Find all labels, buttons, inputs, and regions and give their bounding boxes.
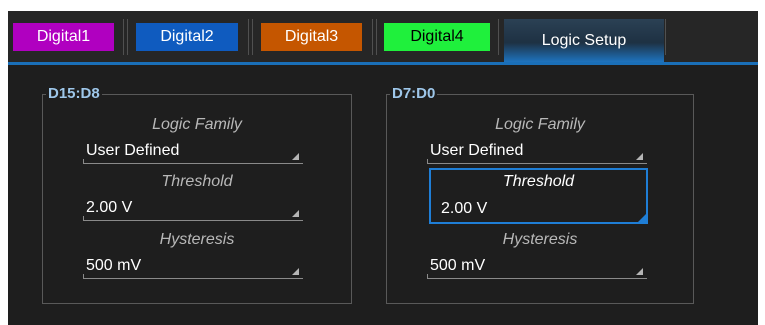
tab-separator (123, 19, 124, 55)
field-underline (83, 220, 303, 221)
dropdown-corner-icon (292, 153, 299, 160)
field-underline (427, 163, 647, 164)
hysteresis-value: 500 mV (430, 257, 486, 274)
tab-underline (8, 62, 758, 65)
hysteresis-label: Hysteresis (502, 231, 578, 248)
tab-digital2[interactable]: Digital2 (136, 23, 238, 51)
threshold-value: 2.00 V (86, 199, 133, 216)
tab-digital1[interactable]: Digital1 (13, 23, 114, 51)
tab-separator (252, 19, 253, 55)
logic-setup-dialog: Digital1 Digital2 Digital3 Digital4 Logi… (8, 11, 758, 325)
tab-digital4[interactable]: Digital4 (384, 23, 490, 51)
tab-separator (127, 19, 128, 55)
hysteresis-label: Hysteresis (159, 231, 235, 248)
dropdown-corner-icon (638, 214, 646, 222)
field-tick (427, 274, 428, 279)
field-tick (83, 274, 84, 279)
tab-separator (248, 19, 249, 55)
dropdown-corner-icon (636, 268, 643, 275)
field-tick (427, 159, 428, 164)
tab-separator (498, 19, 499, 55)
tab-strip: Digital1 Digital2 Digital3 Digital4 Logi… (8, 11, 758, 62)
group-d15-d8: D15:D8 Logic Family User Defined Thresho… (42, 85, 352, 304)
threshold-value: 2.00 V (441, 200, 488, 217)
logic-family-dropdown[interactable]: User Defined (83, 138, 303, 164)
logic-family-dropdown[interactable]: User Defined (427, 138, 647, 164)
field-underline (83, 163, 303, 164)
dropdown-corner-icon (292, 210, 299, 217)
field-underline (83, 278, 303, 279)
threshold-field-selected[interactable]: Threshold 2.00 V (429, 168, 648, 224)
tab-separator (665, 19, 666, 55)
hysteresis-value: 500 mV (86, 257, 142, 274)
threshold-label: Threshold (502, 173, 575, 190)
field-tick (83, 216, 84, 221)
group-title: D7:D0 (390, 85, 438, 103)
field-underline (427, 278, 647, 279)
threshold-label: Threshold (161, 173, 233, 190)
tab-digital3[interactable]: Digital3 (261, 23, 362, 51)
hysteresis-field[interactable]: 500 mV (83, 253, 303, 279)
dropdown-corner-icon (636, 153, 643, 160)
tab-separator (372, 19, 373, 55)
group-d7-d0: D7:D0 Logic Family User Defined Threshol… (386, 85, 694, 304)
dropdown-corner-icon (292, 268, 299, 275)
field-tick (83, 159, 84, 164)
group-title: D15:D8 (46, 85, 102, 103)
hysteresis-field[interactable]: 500 mV (427, 253, 647, 279)
tab-separator (376, 19, 377, 55)
logic-family-label: Logic Family (152, 116, 242, 133)
threshold-field[interactable]: 2.00 V (83, 195, 303, 221)
logic-family-value: User Defined (86, 142, 180, 159)
logic-family-label: Logic Family (495, 116, 585, 133)
tab-logic-setup[interactable]: Logic Setup (504, 19, 664, 62)
logic-family-value: User Defined (430, 142, 524, 159)
